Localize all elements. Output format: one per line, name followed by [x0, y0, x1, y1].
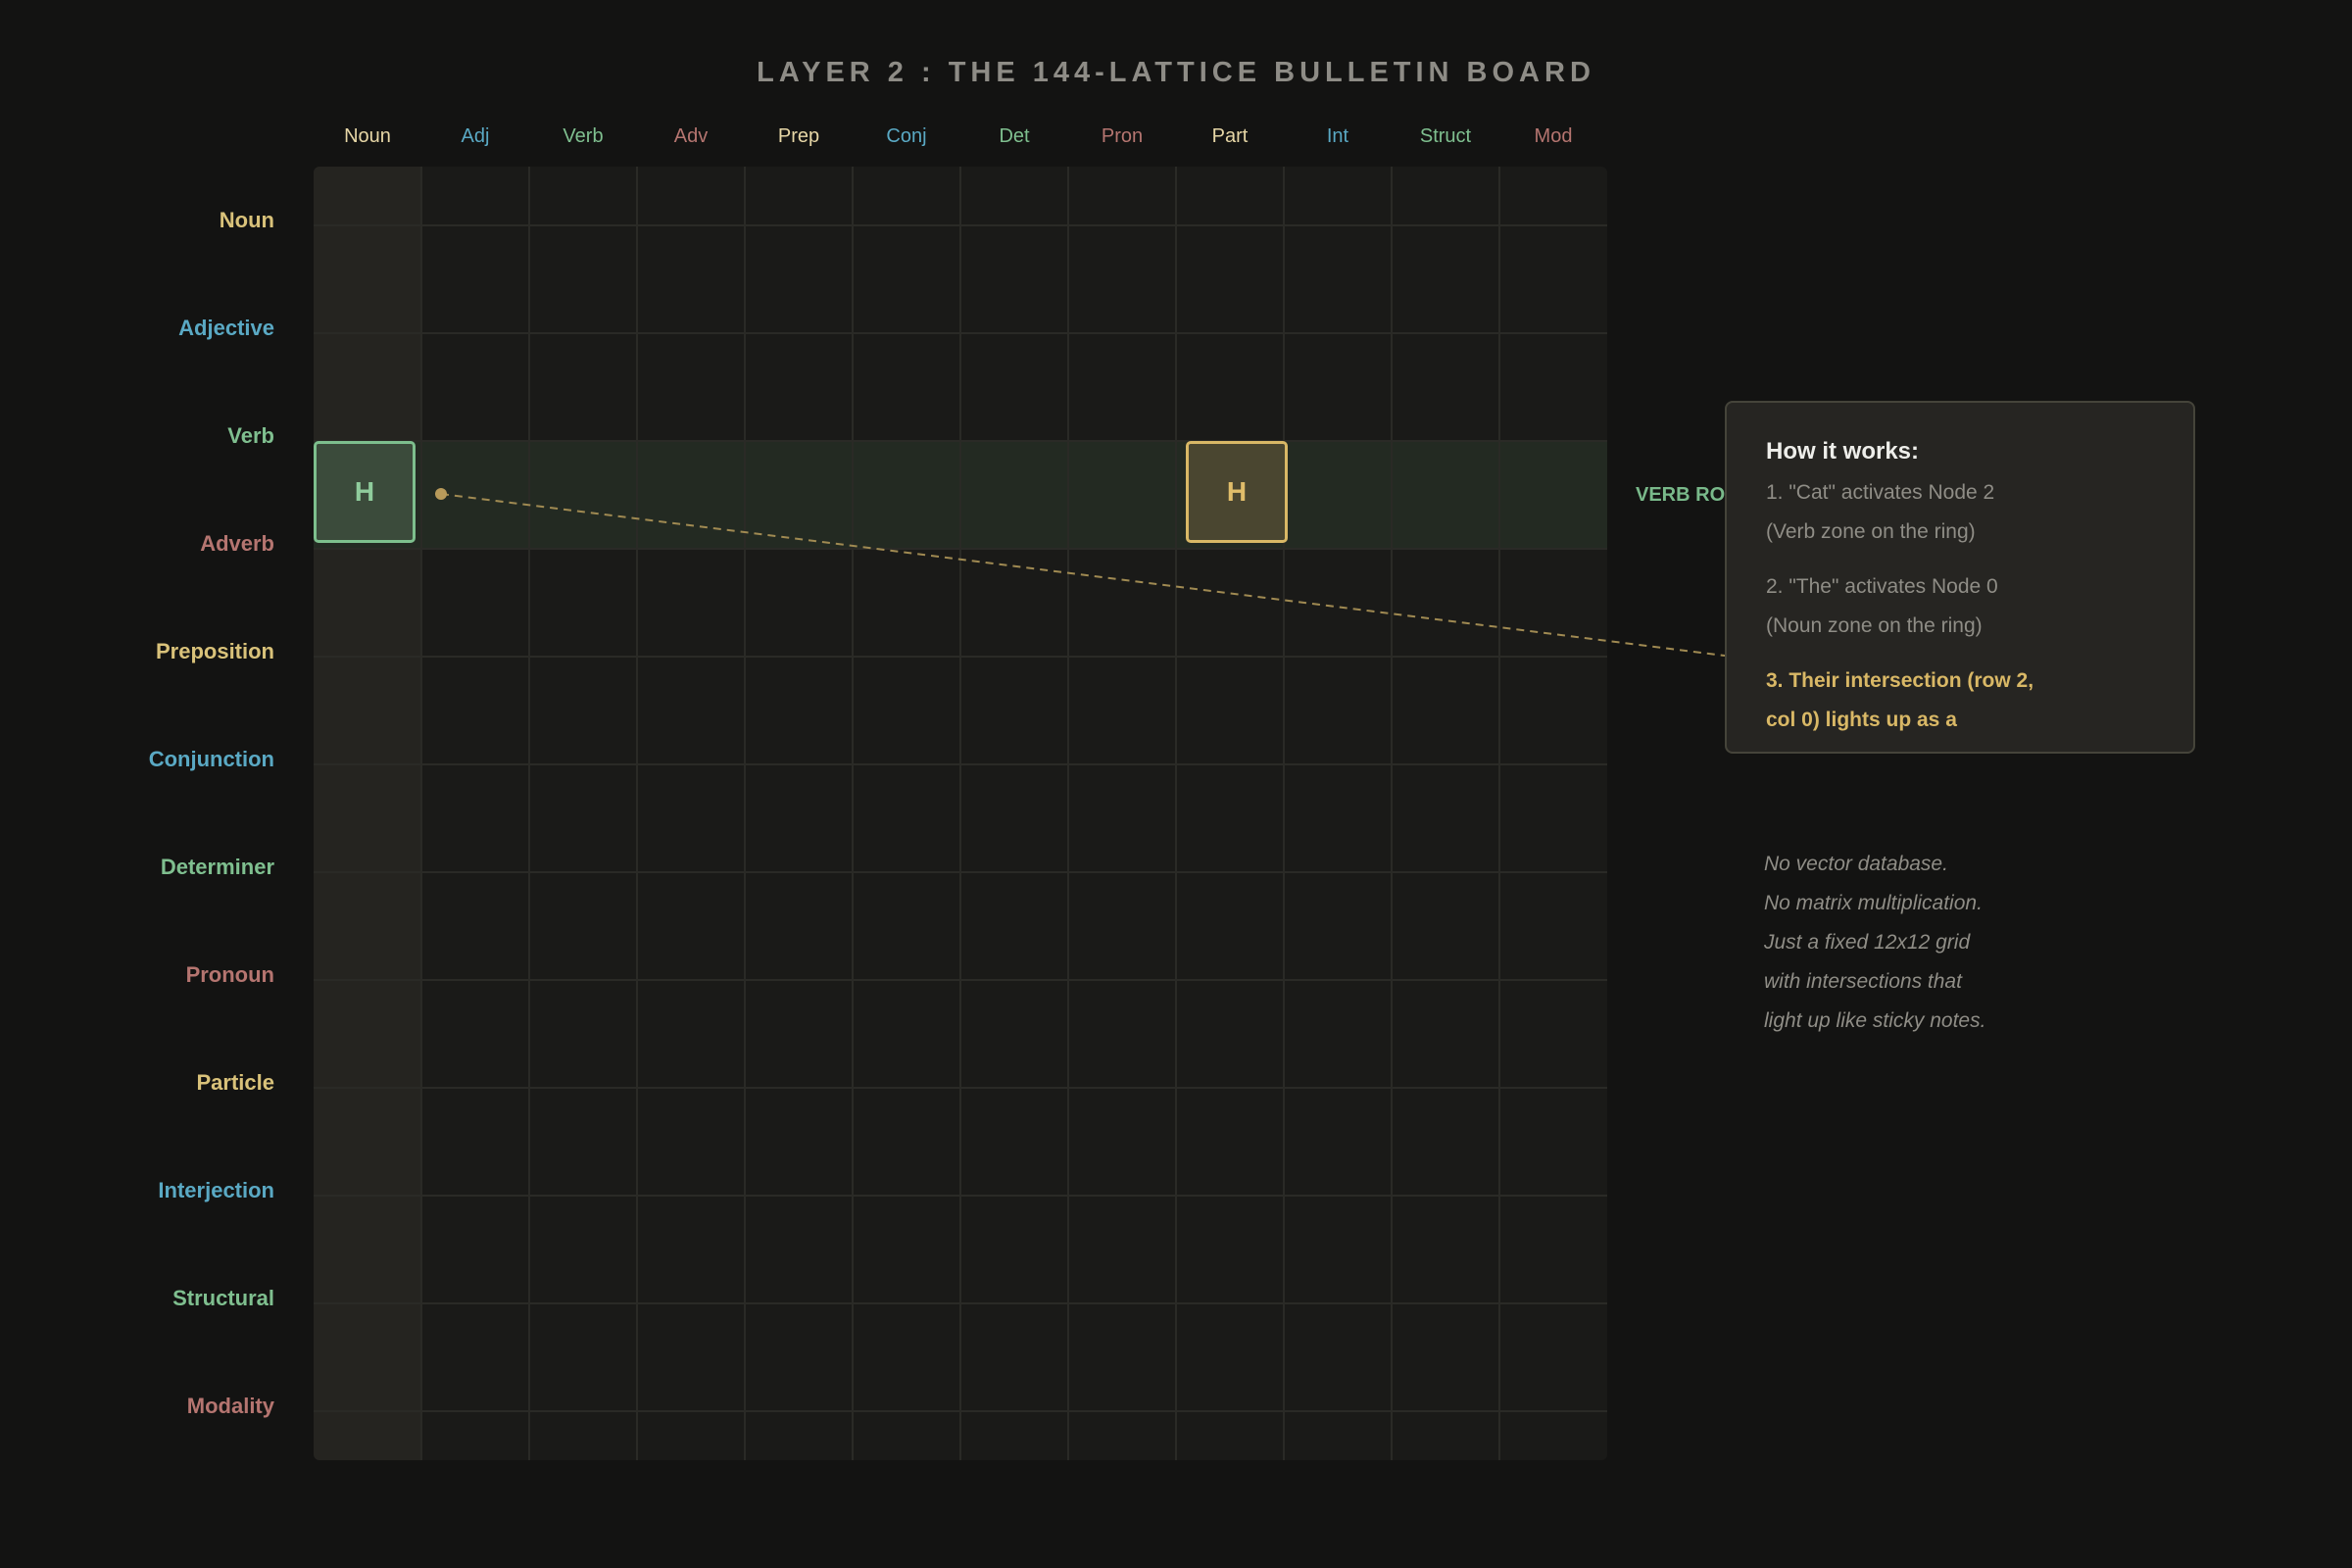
highlight-cell-verb-noun[interactable]: H — [314, 441, 416, 543]
note-line: with intersections that — [1764, 970, 1962, 993]
side-note: No vector database. No matrix multiplica… — [1764, 845, 2176, 1041]
panel-step1-line1: 1. "Cat" activates Node 2 — [1766, 481, 1995, 504]
note-line: No matrix multiplication. — [1764, 892, 1983, 914]
panel-title: How it works: — [1766, 438, 1920, 465]
how-it-works-panel: How it works: 1. "Cat" activates Node 2 … — [1725, 401, 2195, 754]
panel-step2-line2: (Noun zone on the ring) — [1766, 614, 1983, 637]
note-line: light up like sticky notes. — [1764, 1009, 1986, 1032]
highlight-cell-verb-part[interactable]: H — [1186, 441, 1288, 543]
panel-step3-line1: 3. Their intersection (row 2, — [1766, 669, 2034, 692]
note-line: No vector database. — [1764, 853, 1948, 875]
note-line: Just a fixed 12x12 grid — [1764, 931, 1971, 954]
dashed-connector — [440, 493, 1726, 657]
panel-step1-line2: (Verb zone on the ring) — [1766, 520, 1976, 543]
connector-dot — [435, 488, 447, 500]
connector-line — [435, 488, 1726, 657]
panel-step3-line2: col 0) lights up as a — [1766, 709, 1957, 731]
panel-step2-line1: 2. "The" activates Node 0 — [1766, 575, 1998, 598]
